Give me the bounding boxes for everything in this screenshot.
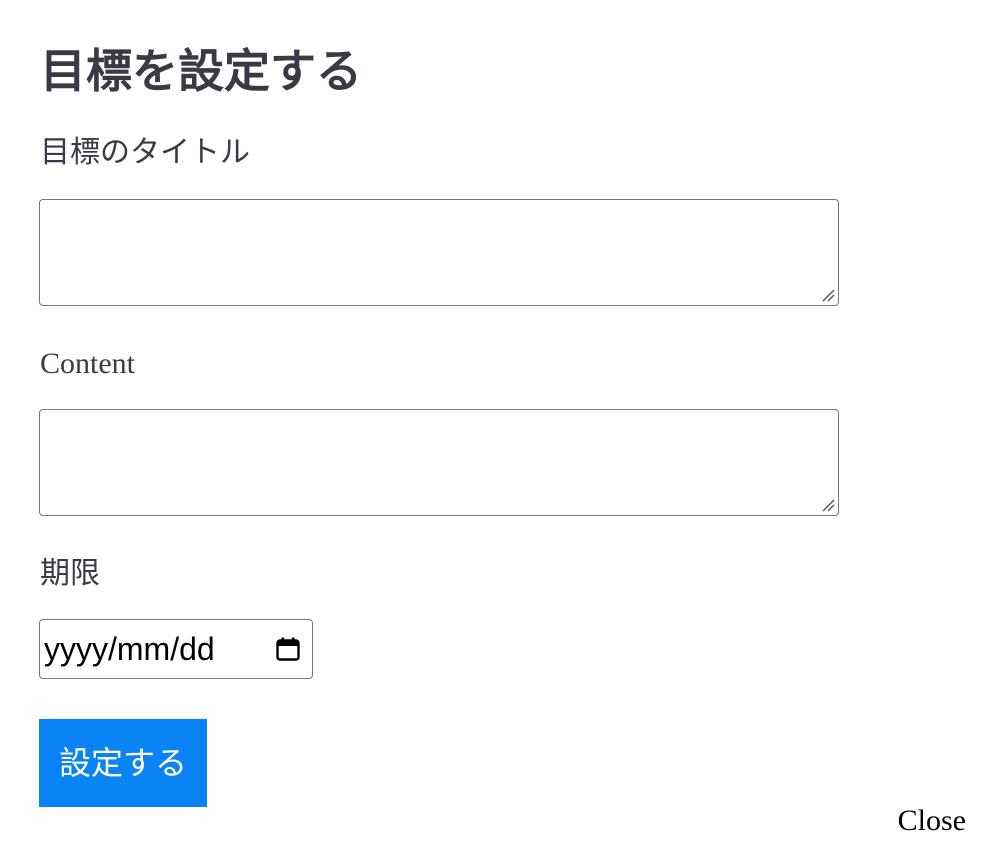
- goal-title-label: 目標のタイトル: [40, 136, 250, 169]
- date-placeholder: yyyy/mm/dd: [44, 631, 215, 667]
- close-button[interactable]: Close: [898, 801, 966, 841]
- deadline-date-input[interactable]: yyyy/mm/dd: [39, 619, 313, 679]
- deadline-label: 期限: [40, 557, 100, 590]
- goal-title-textarea[interactable]: [39, 199, 839, 306]
- submit-button[interactable]: 設定する: [39, 719, 207, 807]
- content-label: Content: [40, 347, 135, 380]
- modal-title: 目標を設定する: [40, 46, 362, 97]
- goal-modal: 目標を設定する 目標のタイトル Content 期限 yyyy/mm/dd 設定…: [0, 0, 996, 865]
- calendar-icon[interactable]: [275, 636, 301, 662]
- content-textarea[interactable]: [39, 409, 839, 516]
